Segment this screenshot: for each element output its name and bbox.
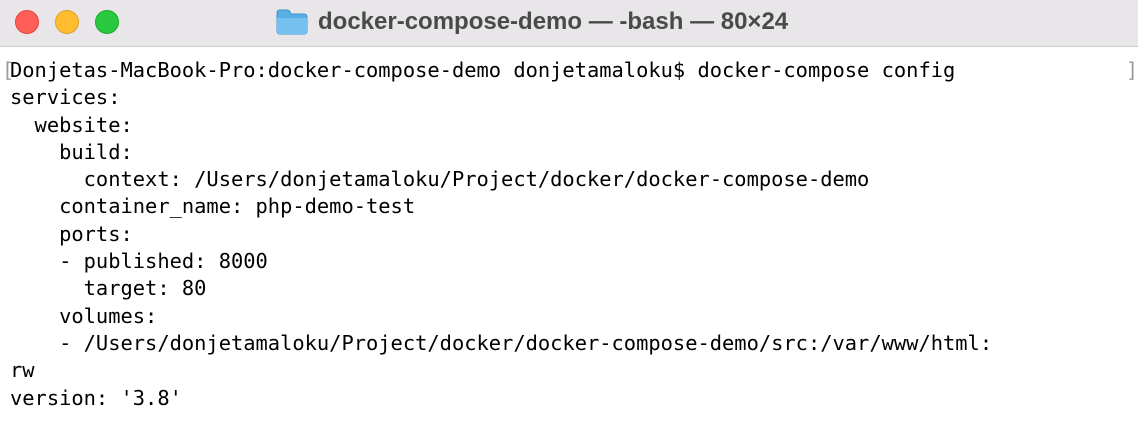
terminal-window: docker-compose-demo — -bash — 80×24 [ ] …	[0, 0, 1138, 446]
output-line: - /Users/donjetamaloku/Project/docker/do…	[10, 330, 993, 355]
prompt-line: Donjetas-MacBook-Pro:docker-compose-demo…	[10, 58, 956, 82]
output-line: rw	[10, 358, 35, 383]
folder-icon	[276, 9, 308, 35]
terminal-lines: Donjetas-MacBook-Pro:docker-compose-demo…	[10, 57, 992, 412]
output-line: ports:	[10, 221, 133, 246]
close-window-button[interactable]	[15, 10, 39, 34]
output-line: build:	[10, 139, 133, 164]
zoom-window-button[interactable]	[95, 10, 119, 34]
output-line: - published: 8000	[10, 249, 268, 274]
output-line: target: 80	[10, 276, 207, 301]
title-bar[interactable]: docker-compose-demo — -bash — 80×24	[0, 0, 1138, 47]
output-line: volumes:	[10, 303, 158, 328]
output-line: services:	[10, 85, 121, 110]
window-title: docker-compose-demo — -bash — 80×24	[318, 8, 789, 35]
selection-bracket-right: ]	[1126, 58, 1138, 82]
output-line: version: '3.8'	[10, 385, 182, 410]
output-line: website:	[10, 112, 133, 137]
output-line: context: /Users/donjetamaloku/Project/do…	[10, 167, 870, 192]
minimize-window-button[interactable]	[55, 10, 79, 34]
terminal-content[interactable]: [ ] Donjetas-MacBook-Pro:docker-compose-…	[0, 47, 1138, 446]
output-line: container_name: php-demo-test	[10, 194, 416, 219]
window-title-group: docker-compose-demo — -bash — 80×24	[276, 6, 788, 38]
